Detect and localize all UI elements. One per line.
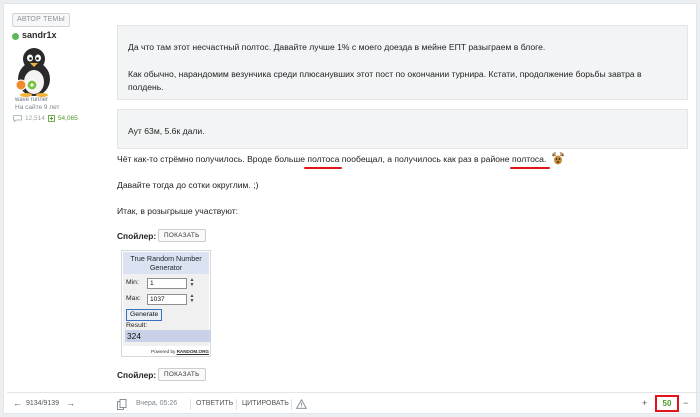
warning-icon[interactable] (296, 399, 307, 409)
arrow-right-icon[interactable]: → (66, 398, 75, 408)
quote-block: Аут 63м, 5.6к дали. (117, 109, 688, 149)
quote-text: Как обычно, нарандомим везунчика среди п… (128, 68, 642, 79)
post-text-line: Давайте тогда до сотки округлим. ;) (117, 180, 259, 190)
author-stats: 12,514 54,065 (13, 115, 78, 122)
avatar[interactable] (12, 45, 56, 97)
spoiler-show-button[interactable]: ПОКАЗАТЬ (158, 229, 206, 242)
random-org-link[interactable]: RANDOM.ORG (177, 349, 209, 354)
post-text: Чёт как-то стрёмно получилось. Вроде бол… (117, 154, 308, 164)
spoiler-show-button[interactable]: ПОКАЗАТЬ (158, 368, 206, 381)
post-text-line: Чёт как-то стрёмно получилось. Вроде бол… (117, 154, 546, 164)
reply-button[interactable]: ОТВЕТИТЬ (196, 400, 233, 407)
red-underline (304, 167, 342, 169)
quote-text-blank (128, 55, 677, 68)
post-pagination: 9134/9139 (26, 400, 60, 407)
rng-min-spinner[interactable]: ▲ ▼ (189, 278, 195, 288)
quote-button[interactable]: ЦИТИРОВАТЬ (242, 400, 289, 407)
post-text-line: Итак, в розыгрыше участвуют: (117, 206, 239, 216)
author-name[interactable]: sandr1x (22, 30, 57, 40)
copy-icon[interactable] (117, 399, 127, 410)
online-status-icon (12, 33, 19, 40)
spoiler-label: Спойлер: (117, 370, 157, 380)
rng-body: Min: 1 ▲ ▼ Max: 1037 ▲ ▼ Generate Result: … (123, 274, 211, 346)
rng-result-value: 324 (125, 330, 211, 342)
rng-powered-by: Powered by RANDOM.ORG (123, 349, 209, 354)
post-footer: ← 9134/9139 → Вчера, 05:26 ОТВЕТИТЬ ЦИТИ… (7, 392, 700, 417)
quote-text: полдень. (128, 82, 164, 92)
arrow-left-icon[interactable]: ← (13, 398, 22, 408)
divider (291, 399, 292, 410)
vote-score: 50 (655, 395, 679, 412)
reputation-count: 54,065 (57, 115, 78, 122)
quote-block: Да что там этот несчастный полтос. Давай… (117, 25, 688, 100)
highlighted-word: полтоса (307, 154, 340, 164)
quote-text: Да что там этот несчастный полтос. Давай… (128, 42, 546, 52)
random-number-generator: True Random Number Generator Min: 1 ▲ ▼ M… (121, 250, 211, 357)
vote-down-button[interactable]: − (683, 398, 688, 408)
quote-text: Аут 63м, 5.6к дали. (128, 126, 205, 136)
reputation-icon (47, 115, 55, 122)
spoiler-label: Спойлер: (117, 231, 157, 241)
rng-title: True Random Number Generator (123, 252, 209, 274)
comment-icon (13, 115, 22, 122)
author-badge: АВТОР ТЕМЫ (12, 13, 70, 27)
rng-max-spinner[interactable]: ▲ ▼ (189, 294, 195, 304)
member-since: На сайте 9 лет (15, 104, 60, 111)
vote-up-button[interactable]: + (642, 398, 647, 408)
rng-result-label: Result: (126, 322, 148, 329)
highlighted-word: полтоса. (511, 154, 547, 164)
forum-post: АВТОР ТЕМЫ sandr1x wave runner На сайте … (3, 3, 700, 417)
post-timestamp: Вчера, 05:26 (136, 400, 178, 407)
rng-max-input[interactable]: 1037 (147, 294, 187, 305)
divider (236, 399, 237, 410)
deer-emoticon-icon (551, 152, 565, 165)
rng-min-input[interactable]: 1 (147, 278, 187, 289)
posts-count: 12,514 (25, 115, 45, 122)
author-rank: wave runner (15, 97, 49, 103)
red-underline (510, 167, 550, 169)
rng-generate-button[interactable]: Generate (126, 309, 163, 321)
divider (190, 399, 191, 410)
rng-powered-text: Powered by (151, 349, 176, 354)
rng-min-label: Min: (126, 279, 139, 286)
post-text: пообещал, а получилось как раз в районе (339, 154, 512, 164)
rng-max-label: Max: (126, 295, 141, 302)
